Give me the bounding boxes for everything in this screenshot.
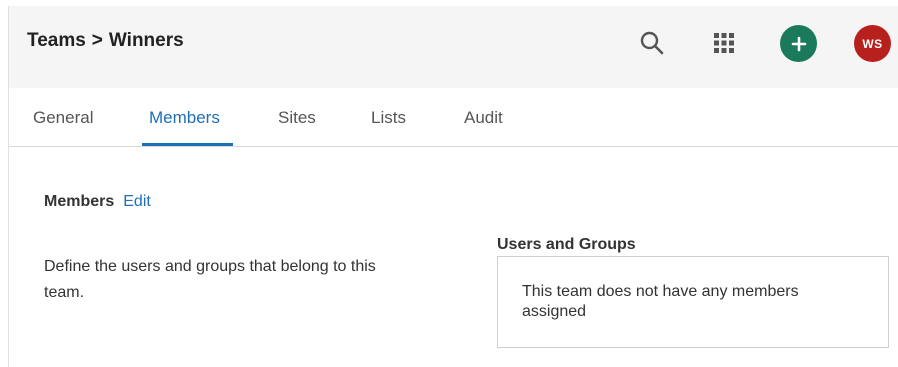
tab-general[interactable]: General <box>33 108 93 128</box>
tab-bar: General Members Sites Lists Audit <box>9 88 898 147</box>
apps-grid-icon <box>714 33 734 53</box>
members-title: Members <box>44 193 115 210</box>
members-description: Define the users and groups that belong … <box>44 258 376 301</box>
breadcrumb-parent[interactable]: Teams <box>27 30 86 52</box>
tab-members[interactable]: Members <box>149 108 220 128</box>
plus-icon <box>791 36 806 51</box>
tab-lists[interactable]: Lists <box>371 108 406 128</box>
users-groups-box: This team does not have any members assi… <box>497 256 889 348</box>
add-button[interactable] <box>780 25 817 62</box>
edit-members-link[interactable]: Edit <box>123 193 151 211</box>
top-header: Teams > Winners WS <box>9 6 898 88</box>
search-button[interactable] <box>634 25 670 61</box>
users-groups-title: Users and Groups <box>497 236 636 253</box>
empty-members-message: This team does not have any members assi… <box>522 283 799 320</box>
active-tab-indicator <box>142 143 233 146</box>
breadcrumb-current: Winners <box>108 30 184 51</box>
tab-audit[interactable]: Audit <box>464 108 503 128</box>
search-icon <box>640 31 664 55</box>
tab-sites[interactable]: Sites <box>278 108 316 128</box>
breadcrumb-separator: > <box>91 30 103 51</box>
breadcrumb: Teams > Winners <box>27 30 184 52</box>
app-frame: Teams > Winners WS General Members Sites… <box>8 6 898 367</box>
user-avatar[interactable]: WS <box>854 25 891 62</box>
members-section-header: Members Edit <box>44 193 151 211</box>
apps-button[interactable] <box>706 25 742 61</box>
